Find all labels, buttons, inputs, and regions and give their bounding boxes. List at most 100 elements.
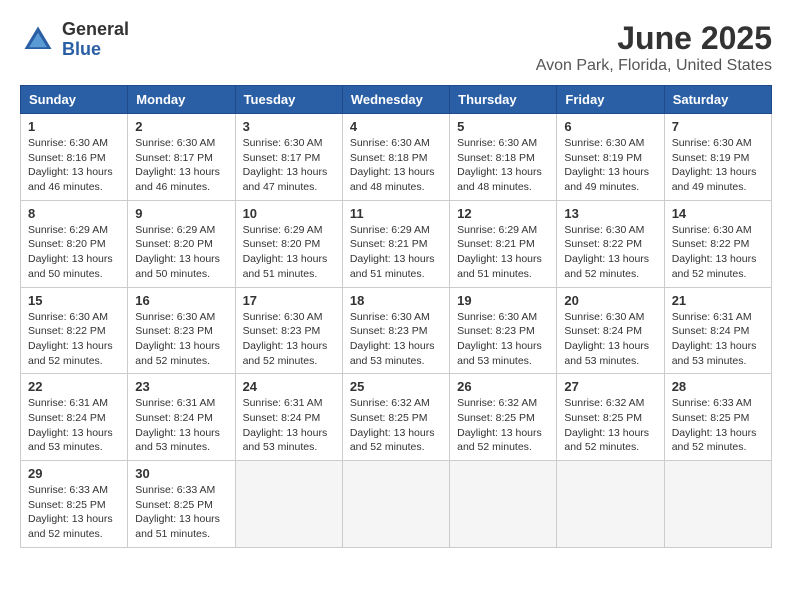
logo-general-text: General: [62, 20, 129, 40]
day-number: 16: [135, 293, 227, 308]
day-info: Sunrise: 6:32 AM Sunset: 8:25 PM Dayligh…: [564, 396, 656, 455]
day-info: Sunrise: 6:30 AM Sunset: 8:19 PM Dayligh…: [672, 136, 764, 195]
day-number: 18: [350, 293, 442, 308]
day-info: Sunrise: 6:32 AM Sunset: 8:25 PM Dayligh…: [457, 396, 549, 455]
day-info: Sunrise: 6:29 AM Sunset: 8:20 PM Dayligh…: [135, 223, 227, 282]
logo-blue-text: Blue: [62, 40, 129, 60]
logo-text: General Blue: [62, 20, 129, 60]
day-number: 15: [28, 293, 120, 308]
day-info: Sunrise: 6:30 AM Sunset: 8:17 PM Dayligh…: [135, 136, 227, 195]
calendar-day-10: 10 Sunrise: 6:29 AM Sunset: 8:20 PM Dayli…: [235, 200, 342, 287]
calendar-day-3: 3 Sunrise: 6:30 AM Sunset: 8:17 PM Daylig…: [235, 114, 342, 201]
calendar-day-29: 29 Sunrise: 6:33 AM Sunset: 8:25 PM Dayli…: [21, 461, 128, 548]
day-number: 23: [135, 379, 227, 394]
day-info: Sunrise: 6:33 AM Sunset: 8:25 PM Dayligh…: [28, 483, 120, 542]
day-header-thursday: Thursday: [450, 86, 557, 114]
logo-icon: [20, 22, 56, 58]
title-block: June 2025 Avon Park, Florida, United Sta…: [536, 20, 772, 75]
day-number: 1: [28, 119, 120, 134]
day-info: Sunrise: 6:29 AM Sunset: 8:20 PM Dayligh…: [243, 223, 335, 282]
day-number: 17: [243, 293, 335, 308]
calendar-day-empty: [450, 461, 557, 548]
day-number: 27: [564, 379, 656, 394]
day-info: Sunrise: 6:30 AM Sunset: 8:23 PM Dayligh…: [457, 310, 549, 369]
calendar-week-row: 1 Sunrise: 6:30 AM Sunset: 8:16 PM Daylig…: [21, 114, 772, 201]
day-header-saturday: Saturday: [664, 86, 771, 114]
day-number: 26: [457, 379, 549, 394]
calendar-day-empty: [664, 461, 771, 548]
calendar-day-4: 4 Sunrise: 6:30 AM Sunset: 8:18 PM Daylig…: [342, 114, 449, 201]
calendar-day-12: 12Sunrise: 6:29 AM Sunset: 8:21 PM Dayli…: [450, 200, 557, 287]
day-info: Sunrise: 6:30 AM Sunset: 8:18 PM Dayligh…: [350, 136, 442, 195]
calendar-day-22: 22Sunrise: 6:31 AM Sunset: 8:24 PM Dayli…: [21, 374, 128, 461]
month-title: June 2025: [536, 20, 772, 57]
day-info: Sunrise: 6:31 AM Sunset: 8:24 PM Dayligh…: [135, 396, 227, 455]
day-header-tuesday: Tuesday: [235, 86, 342, 114]
logo: General Blue: [20, 20, 129, 60]
day-info: Sunrise: 6:30 AM Sunset: 8:17 PM Dayligh…: [243, 136, 335, 195]
day-number: 30: [135, 466, 227, 481]
day-number: 8: [28, 206, 120, 221]
day-info: Sunrise: 6:29 AM Sunset: 8:21 PM Dayligh…: [457, 223, 549, 282]
calendar-day-empty: [235, 461, 342, 548]
day-info: Sunrise: 6:30 AM Sunset: 8:22 PM Dayligh…: [564, 223, 656, 282]
calendar-day-13: 13 Sunrise: 6:30 AM Sunset: 8:22 PM Dayli…: [557, 200, 664, 287]
day-number: 28: [672, 379, 764, 394]
day-header-friday: Friday: [557, 86, 664, 114]
day-header-monday: Monday: [128, 86, 235, 114]
day-number: 13: [564, 206, 656, 221]
calendar-day-7: 7 Sunrise: 6:30 AM Sunset: 8:19 PM Daylig…: [664, 114, 771, 201]
calendar-day-empty: [557, 461, 664, 548]
calendar-day-17: 17 Sunrise: 6:30 AM Sunset: 8:23 PM Dayli…: [235, 287, 342, 374]
calendar-day-26: 26 Sunrise: 6:32 AM Sunset: 8:25 PM Dayli…: [450, 374, 557, 461]
day-number: 6: [564, 119, 656, 134]
day-info: Sunrise: 6:31 AM Sunset: 8:24 PM Dayligh…: [672, 310, 764, 369]
day-info: Sunrise: 6:30 AM Sunset: 8:24 PM Dayligh…: [564, 310, 656, 369]
calendar-day-15: 15Sunrise: 6:30 AM Sunset: 8:22 PM Dayli…: [21, 287, 128, 374]
calendar-header-row: SundayMondayTuesdayWednesdayThursdayFrid…: [21, 86, 772, 114]
day-number: 21: [672, 293, 764, 308]
calendar-day-2: 2 Sunrise: 6:30 AM Sunset: 8:17 PM Daylig…: [128, 114, 235, 201]
calendar-day-16: 16Sunrise: 6:30 AM Sunset: 8:23 PM Dayli…: [128, 287, 235, 374]
day-number: 3: [243, 119, 335, 134]
calendar-day-6: 6 Sunrise: 6:30 AM Sunset: 8:19 PM Daylig…: [557, 114, 664, 201]
day-number: 5: [457, 119, 549, 134]
day-number: 14: [672, 206, 764, 221]
calendar-day-23: 23 Sunrise: 6:31 AM Sunset: 8:24 PM Dayli…: [128, 374, 235, 461]
day-number: 10: [243, 206, 335, 221]
calendar-week-row: 22Sunrise: 6:31 AM Sunset: 8:24 PM Dayli…: [21, 374, 772, 461]
day-info: Sunrise: 6:30 AM Sunset: 8:18 PM Dayligh…: [457, 136, 549, 195]
day-number: 9: [135, 206, 227, 221]
day-number: 24: [243, 379, 335, 394]
day-header-wednesday: Wednesday: [342, 86, 449, 114]
day-info: Sunrise: 6:30 AM Sunset: 8:23 PM Dayligh…: [350, 310, 442, 369]
day-number: 20: [564, 293, 656, 308]
calendar-day-empty: [342, 461, 449, 548]
calendar-day-28: 28Sunrise: 6:33 AM Sunset: 8:25 PM Dayli…: [664, 374, 771, 461]
calendar-week-row: 15Sunrise: 6:30 AM Sunset: 8:22 PM Dayli…: [21, 287, 772, 374]
day-number: 29: [28, 466, 120, 481]
day-number: 11: [350, 206, 442, 221]
day-info: Sunrise: 6:30 AM Sunset: 8:19 PM Dayligh…: [564, 136, 656, 195]
day-number: 2: [135, 119, 227, 134]
calendar-day-25: 25Sunrise: 6:32 AM Sunset: 8:25 PM Dayli…: [342, 374, 449, 461]
calendar-day-11: 11 Sunrise: 6:29 AM Sunset: 8:21 PM Dayli…: [342, 200, 449, 287]
calendar-day-18: 18 Sunrise: 6:30 AM Sunset: 8:23 PM Dayli…: [342, 287, 449, 374]
calendar-day-20: 20 Sunrise: 6:30 AM Sunset: 8:24 PM Dayli…: [557, 287, 664, 374]
day-info: Sunrise: 6:30 AM Sunset: 8:16 PM Dayligh…: [28, 136, 120, 195]
calendar-day-1: 1 Sunrise: 6:30 AM Sunset: 8:16 PM Daylig…: [21, 114, 128, 201]
day-info: Sunrise: 6:29 AM Sunset: 8:21 PM Dayligh…: [350, 223, 442, 282]
calendar-day-8: 8Sunrise: 6:29 AM Sunset: 8:20 PM Daylig…: [21, 200, 128, 287]
day-number: 19: [457, 293, 549, 308]
calendar-day-9: 9 Sunrise: 6:29 AM Sunset: 8:20 PM Daylig…: [128, 200, 235, 287]
day-info: Sunrise: 6:32 AM Sunset: 8:25 PM Dayligh…: [350, 396, 442, 455]
location-subtitle: Avon Park, Florida, United States: [536, 57, 772, 75]
day-info: Sunrise: 6:33 AM Sunset: 8:25 PM Dayligh…: [135, 483, 227, 542]
calendar-day-21: 21 Sunrise: 6:31 AM Sunset: 8:24 PM Dayli…: [664, 287, 771, 374]
day-info: Sunrise: 6:30 AM Sunset: 8:23 PM Dayligh…: [243, 310, 335, 369]
day-info: Sunrise: 6:31 AM Sunset: 8:24 PM Dayligh…: [243, 396, 335, 455]
day-number: 4: [350, 119, 442, 134]
calendar-day-5: 5 Sunrise: 6:30 AM Sunset: 8:18 PM Daylig…: [450, 114, 557, 201]
day-info: Sunrise: 6:30 AM Sunset: 8:22 PM Dayligh…: [672, 223, 764, 282]
day-number: 7: [672, 119, 764, 134]
